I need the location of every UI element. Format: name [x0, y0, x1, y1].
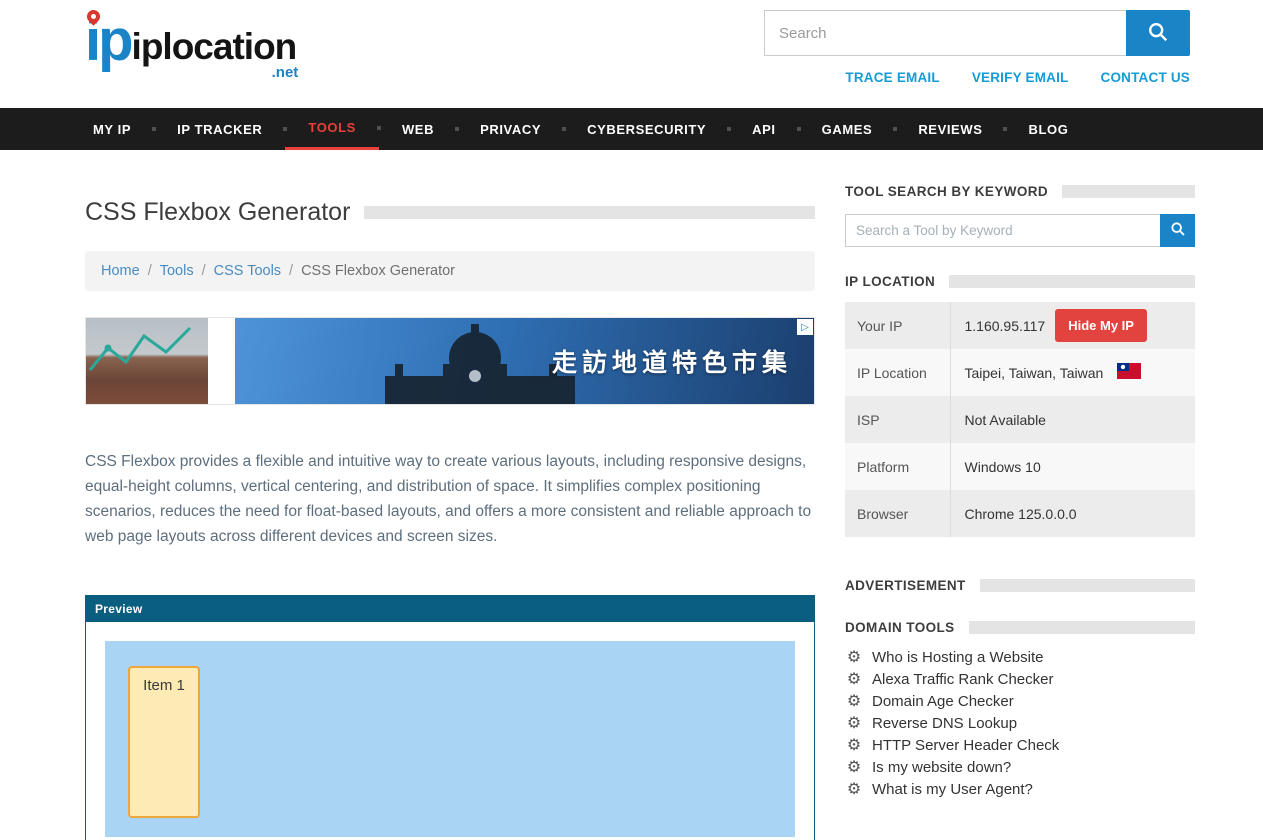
logo-tld: .net — [272, 64, 299, 81]
nav-item-web[interactable]: WEB — [379, 108, 457, 150]
adchoices-icon[interactable]: ▷ — [797, 319, 813, 335]
gear-icon: ⚙ — [845, 782, 863, 798]
browser-value: Chrome 125.0.0.0 — [950, 490, 1195, 537]
trace-email-link[interactable]: TRACE EMAIL — [845, 70, 939, 85]
header-links: TRACE EMAIL VERIFY EMAIL CONTACT US — [845, 70, 1190, 85]
logo-word: iplocation — [132, 28, 297, 65]
domain-tool-link[interactable]: Is my website down? — [872, 759, 1011, 776]
row-label: IP Location — [845, 349, 950, 396]
breadcrumb-css-tools[interactable]: CSS Tools — [214, 263, 281, 279]
list-item[interactable]: ⚙ Who is Hosting a Website — [845, 649, 1195, 666]
domain-tools-heading: DOMAIN TOOLS — [845, 620, 955, 635]
contact-us-link[interactable]: CONTACT US — [1101, 70, 1191, 85]
ad-photo-image — [86, 318, 208, 404]
breadcrumb-home[interactable]: Home — [101, 263, 140, 279]
ip-location-heading: IP LOCATION — [845, 274, 935, 289]
title-decoration-bar — [364, 206, 815, 219]
list-item[interactable]: ⚙ Reverse DNS Lookup — [845, 715, 1195, 732]
domain-tool-link[interactable]: Who is Hosting a Website — [872, 649, 1043, 666]
heading-decoration-bar — [1062, 185, 1195, 198]
platform-value: Windows 10 — [950, 443, 1195, 490]
flex-preview-container: Item 1 — [105, 641, 795, 837]
list-item[interactable]: ⚙ Alexa Traffic Rank Checker — [845, 671, 1195, 688]
row-label: Your IP — [845, 302, 950, 349]
preview-title: Preview — [95, 602, 142, 616]
breadcrumb-tools[interactable]: Tools — [160, 263, 194, 279]
gear-icon: ⚙ — [845, 738, 863, 754]
domain-tools-list: ⚙ Who is Hosting a Website ⚙ Alexa Traff… — [845, 649, 1195, 798]
table-row: Platform Windows 10 — [845, 443, 1195, 490]
site-logo[interactable]: ip iplocation .net — [85, 16, 296, 65]
your-ip-value: 1.160.95.117 — [965, 318, 1046, 334]
nav-item-api[interactable]: API — [729, 108, 798, 150]
preview-header: Preview — [86, 596, 814, 622]
domain-tool-link[interactable]: Reverse DNS Lookup — [872, 715, 1017, 732]
table-row: Your IP 1.160.95.117 Hide My IP — [845, 302, 1195, 349]
ad-main-image: 走訪地道特色市集 ▷ — [235, 318, 814, 404]
ip-location-value: Taipei, Taiwan, Taiwan — [965, 365, 1104, 381]
tool-search — [845, 214, 1195, 247]
gear-icon: ⚙ — [845, 716, 863, 732]
search-icon — [1147, 21, 1169, 46]
top-header: ip iplocation .net TRACE EMAIL VERIFY EM… — [0, 0, 1263, 108]
breadcrumb: Home/ Tools/ CSS Tools/ CSS Flexbox Gene… — [85, 251, 815, 291]
heading-decoration-bar — [980, 579, 1195, 592]
gear-icon: ⚙ — [845, 760, 863, 776]
hide-my-ip-button[interactable]: Hide My IP — [1055, 309, 1147, 342]
page-title: CSS Flexbox Generator — [85, 198, 350, 227]
ad-text: 走訪地道特色市集 — [552, 343, 792, 379]
preview-panel: Preview Item 1 — [85, 595, 815, 840]
gear-icon: ⚙ — [845, 650, 863, 666]
tool-search-heading: TOOL SEARCH BY KEYWORD — [845, 184, 1048, 199]
nav-item-cybersecurity[interactable]: CYBERSECURITY — [564, 108, 729, 150]
list-item[interactable]: ⚙ What is my User Agent? — [845, 781, 1195, 798]
domain-tool-link[interactable]: Domain Age Checker — [872, 693, 1014, 710]
domain-tool-link[interactable]: What is my User Agent? — [872, 781, 1033, 798]
table-row: IP Location Taipei, Taiwan, Taiwan — [845, 349, 1195, 396]
nav-item-privacy[interactable]: PRIVACY — [457, 108, 564, 150]
site-search-input[interactable] — [764, 10, 1126, 56]
heading-decoration-bar — [969, 621, 1195, 634]
site-search-button[interactable] — [1126, 10, 1190, 56]
nav-item-ip-tracker[interactable]: IP TRACKER — [154, 108, 285, 150]
ad-banner[interactable]: 走訪地道特色市集 ▷ — [85, 317, 815, 405]
row-label: Platform — [845, 443, 950, 490]
list-item[interactable]: ⚙ Domain Age Checker — [845, 693, 1195, 710]
gear-icon: ⚙ — [845, 672, 863, 688]
row-label: ISP — [845, 396, 950, 443]
main-nav: MY IP IP TRACKER TOOLS WEB PRIVACY CYBER… — [0, 108, 1263, 150]
breadcrumb-current: CSS Flexbox Generator — [301, 263, 455, 279]
gear-icon: ⚙ — [845, 694, 863, 710]
search-icon — [1170, 221, 1186, 240]
domain-tool-link[interactable]: HTTP Server Header Check — [872, 737, 1059, 754]
table-row: Browser Chrome 125.0.0.0 — [845, 490, 1195, 537]
ad-gap — [208, 318, 235, 404]
list-item[interactable]: ⚙ Is my website down? — [845, 759, 1195, 776]
table-row: ISP Not Available — [845, 396, 1195, 443]
domain-tool-link[interactable]: Alexa Traffic Rank Checker — [872, 671, 1053, 688]
preview-body: Item 1 — [86, 622, 814, 840]
verify-email-link[interactable]: VERIFY EMAIL — [972, 70, 1069, 85]
flex-preview-item-1: Item 1 — [128, 666, 200, 818]
tool-search-button[interactable] — [1160, 214, 1195, 247]
taiwan-flag-icon — [1117, 363, 1141, 382]
nav-item-my-ip[interactable]: MY IP — [70, 108, 154, 150]
nav-item-games[interactable]: GAMES — [799, 108, 896, 150]
isp-value: Not Available — [950, 396, 1195, 443]
row-label: Browser — [845, 490, 950, 537]
nav-item-reviews[interactable]: REVIEWS — [895, 108, 1005, 150]
nav-item-tools[interactable]: TOOLS — [285, 108, 379, 150]
ip-location-table: Your IP 1.160.95.117 Hide My IP IP Locat… — [845, 302, 1195, 537]
list-item[interactable]: ⚙ HTTP Server Header Check — [845, 737, 1195, 754]
tool-search-input[interactable] — [845, 214, 1160, 247]
site-search — [764, 10, 1190, 56]
advertisement-heading: ADVERTISEMENT — [845, 578, 966, 593]
nav-item-blog[interactable]: BLOG — [1005, 108, 1091, 150]
heading-decoration-bar — [949, 275, 1195, 288]
intro-paragraph: CSS Flexbox provides a flexible and intu… — [85, 449, 815, 549]
